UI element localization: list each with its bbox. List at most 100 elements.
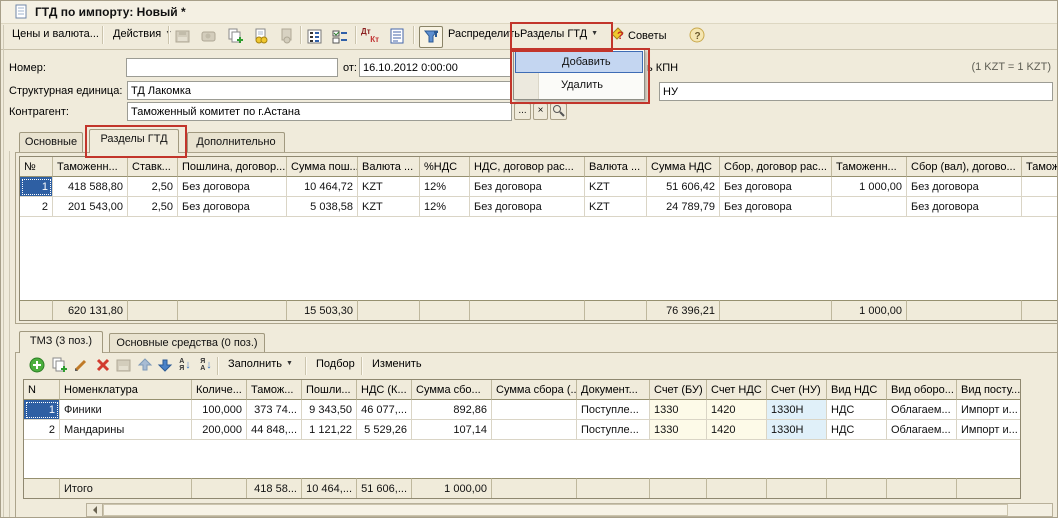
table-cell[interactable]: Импорт и... <box>957 400 1021 420</box>
column-header[interactable]: %НДС <box>420 157 470 177</box>
table-cell[interactable]: 100,000 <box>192 400 247 420</box>
add-row-icon[interactable] <box>27 356 47 374</box>
table-cell[interactable]: 46 077,... <box>357 400 412 420</box>
tab-fixed-assets[interactable]: Основные средства (0 поз.) <box>109 333 265 352</box>
table-cell[interactable]: 2,50 <box>128 197 178 217</box>
table-cell[interactable]: Мандарины <box>60 420 192 440</box>
table-cell[interactable]: Финики <box>60 400 192 420</box>
dt-kt-postings-icon[interactable]: ДтКт <box>360 27 380 45</box>
unpost-document-icon[interactable] <box>277 27 297 45</box>
table-cell[interactable]: НДС <box>827 420 887 440</box>
fill-button[interactable]: Заполнить▼ <box>222 355 299 373</box>
column-header[interactable]: Сбор, договор рас... <box>720 157 832 177</box>
table-cell[interactable]: 892,86 <box>412 400 492 420</box>
table-cell[interactable]: 1420 <box>707 420 767 440</box>
table-cell[interactable]: KZT <box>358 177 420 197</box>
column-header[interactable]: Номенклатура <box>60 380 192 400</box>
row-number-cell[interactable]: 1 <box>24 400 60 420</box>
table-cell[interactable]: 201 543,00 <box>53 197 128 217</box>
end-edit-icon[interactable] <box>114 356 134 374</box>
table-cell[interactable]: 9 343,50 <box>302 400 357 420</box>
pick-button[interactable]: Подбор <box>310 355 361 373</box>
table-cell[interactable]: 418 588,80 <box>53 177 128 197</box>
sort-asc-icon[interactable]: АЯ↓ <box>175 356 195 374</box>
table-cell[interactable]: 1 121,22 <box>302 420 357 440</box>
help-icon[interactable]: ? <box>687 26 707 44</box>
edit-row-icon[interactable] <box>71 356 91 374</box>
checkbox-list-icon[interactable] <box>330 27 350 45</box>
column-header[interactable]: № <box>20 157 53 177</box>
column-header[interactable]: Вид посту... <box>957 380 1021 400</box>
table-cell[interactable]: Без договора <box>470 177 585 197</box>
nu-input[interactable] <box>659 82 1053 101</box>
row-number-cell[interactable]: 2 <box>20 197 53 217</box>
table-cell[interactable]: KZT <box>585 177 647 197</box>
date-input[interactable] <box>359 58 512 77</box>
table-cell[interactable]: Без договора <box>178 197 287 217</box>
scroll-left-icon[interactable] <box>87 504 103 516</box>
table-cell[interactable]: Без договора <box>720 197 832 217</box>
column-header[interactable]: Документ... <box>577 380 650 400</box>
tab-additional[interactable]: Дополнительно <box>187 132 285 153</box>
table-cell[interactable]: 44 848,... <box>247 420 302 440</box>
column-header[interactable]: Счет (БУ) <box>650 380 707 400</box>
column-header[interactable]: Сумма сбо... <box>412 380 492 400</box>
move-up-icon[interactable] <box>135 356 155 374</box>
table-cell[interactable]: 1420 <box>707 400 767 420</box>
table-cell[interactable] <box>1022 177 1058 197</box>
column-header[interactable]: Счет (НУ) <box>767 380 827 400</box>
column-header[interactable]: Количе... <box>192 380 247 400</box>
document-structure-icon[interactable] <box>387 27 407 45</box>
table-cell[interactable]: Без договора <box>720 177 832 197</box>
table-cell[interactable]: KZT <box>358 197 420 217</box>
table-cell[interactable]: Без договора <box>178 177 287 197</box>
column-header[interactable]: НДС (К... <box>357 380 412 400</box>
row-number-cell[interactable]: 2 <box>24 420 60 440</box>
column-header[interactable]: Сбор (вал), догово... <box>907 157 1022 177</box>
table-cell[interactable]: Без договора <box>470 197 585 217</box>
column-header[interactable]: Таможенн... <box>832 157 907 177</box>
lookup-button[interactable]: ... <box>514 103 531 120</box>
scrollbar-thumb[interactable] <box>103 504 1008 516</box>
table-cell[interactable]: 1 000,00 <box>832 177 907 197</box>
change-button[interactable]: Изменить <box>366 355 428 373</box>
gtd-sections-button[interactable]: Разделы ГТД▼ <box>514 25 604 43</box>
menu-item-add[interactable]: Добавить <box>515 51 643 73</box>
sort-desc-icon[interactable]: ЯА↓ <box>196 356 216 374</box>
table-cell[interactable]: Облагаем... <box>887 420 957 440</box>
column-header[interactable]: Сумма сбора (... <box>492 380 577 400</box>
table-cell[interactable] <box>832 197 907 217</box>
table-cell[interactable]: 10 464,72 <box>287 177 358 197</box>
table-cell[interactable]: 2,50 <box>128 177 178 197</box>
table-cell[interactable]: 12% <box>420 177 470 197</box>
filter-settings-icon[interactable] <box>419 26 443 48</box>
table-cell[interactable] <box>1022 197 1058 217</box>
row-number-cell[interactable]: 1 <box>20 177 53 197</box>
table-cell[interactable]: 200,000 <box>192 420 247 440</box>
table-cell[interactable]: 107,14 <box>412 420 492 440</box>
column-header[interactable]: N <box>24 380 60 400</box>
table-cell[interactable]: 51 606,42 <box>647 177 720 197</box>
column-header[interactable]: НДС, договор рас... <box>470 157 585 177</box>
table-cell[interactable]: Поступле... <box>577 400 650 420</box>
tab-main[interactable]: Основные <box>19 132 83 153</box>
column-header[interactable]: Тамож... <box>247 380 302 400</box>
table-cell[interactable]: KZT <box>585 197 647 217</box>
copy-row-icon[interactable] <box>49 356 69 374</box>
move-down-icon[interactable] <box>155 356 175 374</box>
save-icon[interactable] <box>173 27 193 45</box>
table-cell[interactable]: 373 74... <box>247 400 302 420</box>
menu-item-delete[interactable]: Удалить <box>515 74 643 96</box>
column-header[interactable]: Валюта ... <box>585 157 647 177</box>
column-header[interactable]: Сумма НДС <box>647 157 720 177</box>
column-header[interactable]: Валюта ... <box>358 157 420 177</box>
table-cell[interactable]: 5 529,26 <box>357 420 412 440</box>
column-header[interactable]: Вид оборо... <box>887 380 957 400</box>
clear-button[interactable]: × <box>533 103 548 120</box>
table-cell[interactable] <box>492 400 577 420</box>
column-header[interactable]: Ставк... <box>128 157 178 177</box>
number-input[interactable] <box>126 58 338 77</box>
table-cell[interactable]: 1330 <box>650 420 707 440</box>
table-empty-area[interactable] <box>20 217 1058 300</box>
column-header[interactable]: Пошли... <box>302 380 357 400</box>
